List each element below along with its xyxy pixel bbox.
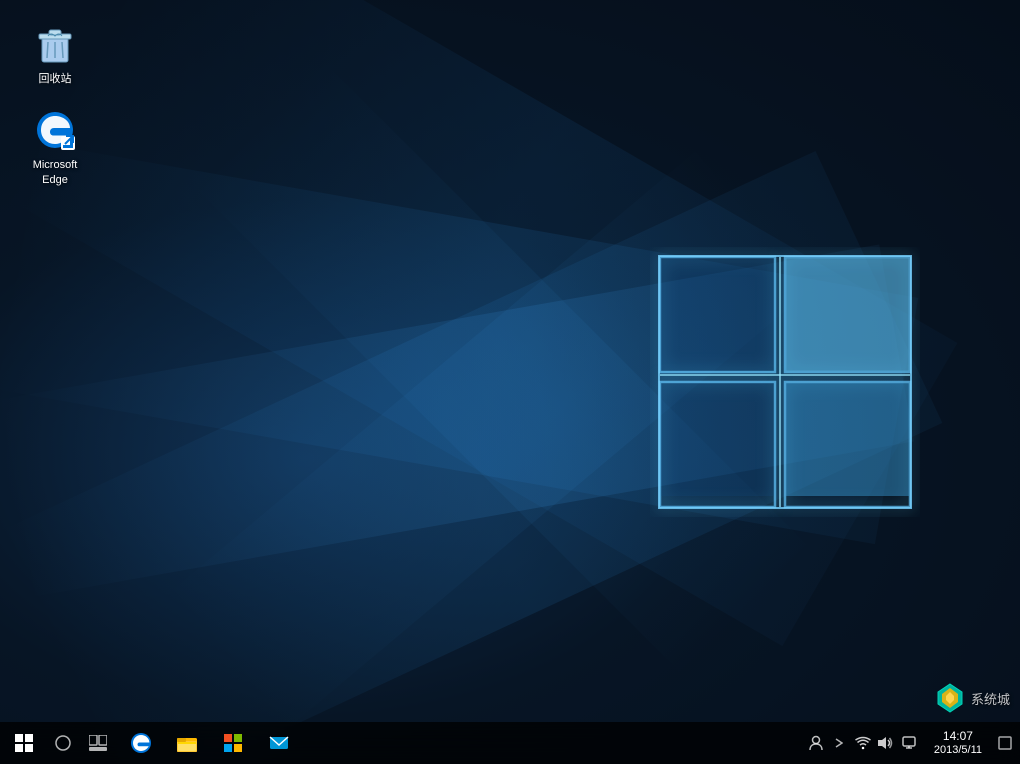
watermark-brand: 系统城 <box>971 689 1010 708</box>
tray-action-center-icon[interactable] <box>896 722 922 764</box>
windows-logo <box>650 247 920 517</box>
microsoft-edge-icon[interactable]: Microsoft Edge <box>15 101 95 192</box>
start-button[interactable] <box>0 722 48 764</box>
microsoft-edge-label-line1: Microsoft <box>33 158 78 172</box>
tray-people-button[interactable] <box>802 722 830 764</box>
microsoft-edge-label-line2: Edge <box>42 173 68 187</box>
recycle-bin-icon[interactable]: 回收站 <box>15 15 95 91</box>
recycle-bin-label: 回收站 <box>39 72 72 86</box>
system-tray: 14:07 2013/5/11 <box>802 722 1020 764</box>
tray-clock[interactable]: 14:07 2013/5/11 <box>926 722 990 764</box>
cortana-search-button[interactable] <box>48 722 78 764</box>
tray-icons-group <box>848 722 926 764</box>
recycle-bin-image <box>31 20 79 68</box>
taskbar-pin-mail[interactable] <box>256 722 302 764</box>
watermark: 系统城 <box>934 682 1010 714</box>
tray-volume-icon[interactable] <box>874 722 896 764</box>
tray-date-display: 2013/5/11 <box>934 744 982 757</box>
tray-show-hidden-button[interactable] <box>830 722 848 764</box>
task-view-button[interactable] <box>78 722 118 764</box>
taskbar-pin-explorer[interactable] <box>164 722 210 764</box>
desktop-icons-area: 回收站 Microsoft Edge <box>0 0 110 217</box>
microsoft-edge-image <box>31 106 79 154</box>
taskbar-pin-edge[interactable] <box>118 722 164 764</box>
taskbar: 14:07 2013/5/11 <box>0 722 1020 764</box>
desktop: 回收站 Microsoft Edge <box>0 0 1020 764</box>
tray-time-display: 14:07 <box>943 729 973 743</box>
tray-network-icon[interactable] <box>852 722 874 764</box>
taskbar-pin-store[interactable] <box>210 722 256 764</box>
tray-notification-button[interactable] <box>990 722 1020 764</box>
